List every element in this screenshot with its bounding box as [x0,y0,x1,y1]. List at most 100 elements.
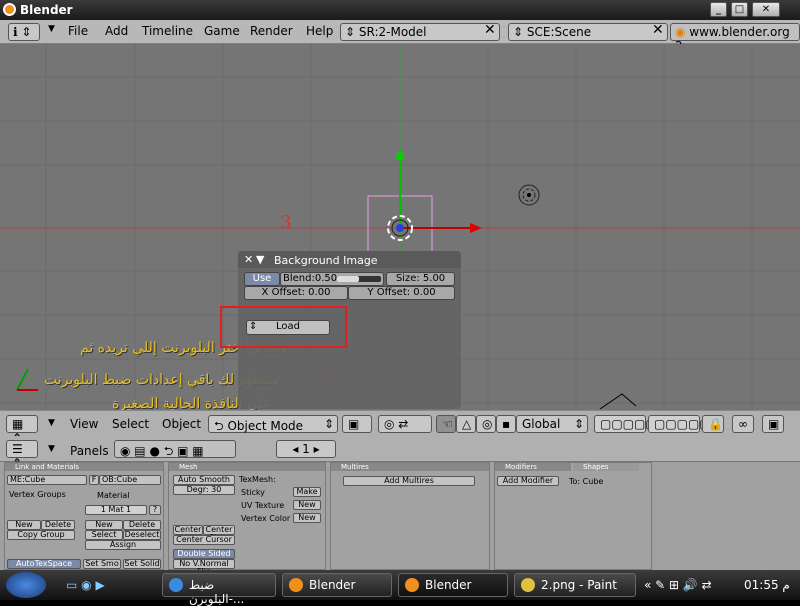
menu-view[interactable]: View [70,417,98,431]
blender-logo-icon [3,3,16,16]
quick-launch-icons[interactable]: ▭ ◉ ▶ [66,578,105,592]
minimize-button[interactable]: _ [710,2,727,17]
translate-icon[interactable]: △ [456,415,476,433]
pivot-select[interactable]: ◎ ⇄ [378,415,432,433]
mesh-name-field[interactable]: ME:Cube [7,475,87,485]
y-offset-field[interactable]: Y Offset: 0.00 [348,286,455,300]
scene-delete-icon[interactable]: ✕ [652,22,664,38]
scale-icon[interactable]: ▪ [496,415,516,433]
layer-buttons-2[interactable]: ▢▢▢▢▢ [648,415,711,433]
material-deselect-button[interactable]: Deselect [123,530,161,540]
screen-delete-icon[interactable]: ✕ [484,22,496,38]
menu-help[interactable]: Help [306,24,333,38]
panel-close-icon[interactable]: ✕ [244,253,253,266]
render-icon[interactable]: ▣ [762,415,784,433]
double-sided-toggle[interactable]: Double Sided [173,549,235,559]
modifiers-tab[interactable]: Modifiers [495,463,571,471]
mode-select[interactable]: ⮌ Object Mode ⇕ [208,415,338,433]
mode-label: Object Mode [227,419,304,433]
copy-group-button[interactable]: Copy Group [7,530,75,540]
hand-icon[interactable]: ☜ [436,415,456,433]
shapes-tab[interactable]: Shapes [573,463,639,471]
task-ie[interactable]: ضبط البلوبرن-... [162,573,276,606]
close-button[interactable]: ✕ [752,2,780,17]
center-button[interactable]: Center [173,525,203,535]
layer-buttons-1[interactable]: ▢▢▢▢▢ [594,415,657,433]
blend-slider[interactable]: Blend:0.50 [280,272,384,286]
add-modifier-button[interactable]: Add Modifier [497,476,559,486]
panel-collapse-icon[interactable]: ▼ [256,253,264,266]
menu-timeline[interactable]: Timeline [142,24,193,38]
modifiers-panel: Modifiers Shapes Add Modifier To: Cube [494,462,652,570]
lock-icon[interactable]: 🔒 [702,415,724,433]
material-assign-button[interactable]: Assign [85,540,161,550]
screen-name: SR:2-Model [358,25,427,39]
size-field[interactable]: Size: 5.00 [386,272,455,286]
orientation-select[interactable]: Global ⇕ [516,415,588,433]
blender-org-link[interactable]: ◉ www.blender.org 2 [670,23,800,53]
window-titlebar: Blender _ □ ✕ [0,0,800,20]
context-buttons[interactable]: ◉ ▤ ● ⮌ ▣ ▦ [114,440,236,458]
set-smooth-button[interactable]: Set Smo [83,559,121,569]
start-button[interactable] [6,572,46,598]
task-blender-2[interactable]: Blender [398,573,508,597]
fake-user-button[interactable]: F [89,475,99,485]
use-toggle[interactable]: Use [244,272,280,286]
blender-icon [289,578,303,592]
modifier-target-label: To: Cube [569,477,604,486]
task-blender-1[interactable]: Blender [282,573,392,597]
uv-new-button[interactable]: New [293,500,321,510]
material-select-button[interactable]: Select [85,530,123,540]
menu-add[interactable]: Add [105,24,128,38]
link-icon[interactable]: ∞ [732,415,754,433]
panel-title: Background Image [274,254,378,267]
add-multires-button[interactable]: Add Multires [343,476,475,486]
maximize-button[interactable]: □ [731,2,748,17]
auto-smooth-toggle[interactable]: Auto Smooth [173,475,235,485]
view-type-select[interactable]: ▦ ⇕ [6,415,38,445]
no-vnormal-flip-toggle[interactable]: No V.Normal Flip [173,559,235,576]
orientation-label: Global [522,417,561,431]
degree-field[interactable]: Degr: 30 [173,485,235,495]
panel-title: Mesh [169,463,325,471]
material-new-button[interactable]: New [85,520,123,530]
task-label: ضبط البلوبرن-... [189,578,245,606]
menu-object[interactable]: Object [162,417,201,431]
menu-bar: ℹ ⇕ ▼ File Add Timeline Game Render Help… [0,20,800,53]
x-offset-field[interactable]: X Offset: 0.00 [244,286,348,300]
menu-select[interactable]: Select [112,417,149,431]
menu-render[interactable]: Render [250,24,293,38]
menu-file[interactable]: File [68,24,88,38]
collapse-arrow-icon[interactable]: ▼ [48,24,55,34]
draw-type-select[interactable]: ▣ [342,415,372,433]
material-index-field[interactable]: 1 Mat 1 [85,505,147,515]
collapse-arrow-icon[interactable]: ▼ [48,418,55,428]
clock: 01:55 م [744,578,790,592]
center-new-button[interactable]: Center New [203,525,235,542]
vcol-new-button[interactable]: New [293,513,321,523]
panel-title: Multires [331,463,489,471]
task-paint[interactable]: 2.png - Paint [514,573,636,597]
screen-select[interactable]: ⇕ SR:2-Model [340,23,500,41]
vgroup-delete-button[interactable]: Delete [41,520,75,530]
set-solid-button[interactable]: Set Solid [123,559,161,569]
autotexspace-toggle[interactable]: AutoTexSpace [7,559,81,569]
rotate-icon[interactable]: ◎ [476,415,496,433]
vgroup-new-button[interactable]: New [7,520,41,530]
editor-type-select[interactable]: ℹ ⇕ [8,23,40,41]
scene-select[interactable]: ⇕ SCE:Scene [508,23,668,41]
material-delete-button[interactable]: Delete [123,520,161,530]
frame-field[interactable]: ◂ 1 ▸ [276,440,336,458]
windows-taskbar: ▭ ◉ ▶ ضبط البلوبرن-... Blender Blender 2… [0,570,800,606]
help-button[interactable]: ? [149,505,161,515]
menu-game[interactable]: Game [204,24,240,38]
multires-panel: Multires Add Multires [330,462,490,570]
collapse-arrow-icon[interactable]: ▼ [48,444,55,454]
scene-name: SCE:Scene [526,25,592,39]
sticky-make-button[interactable]: Make [293,487,321,497]
object-name-field[interactable]: OB:Cube [99,475,161,485]
tray-icons[interactable]: « ✎ ⊞ 🔊 ⇄ [644,578,712,592]
center-cursor-button[interactable]: Center Cursor [173,535,235,545]
panel-header[interactable]: ✕ ▼ Background Image [238,251,461,268]
buttons-type-select[interactable]: ☰ ⇕ [6,440,38,470]
